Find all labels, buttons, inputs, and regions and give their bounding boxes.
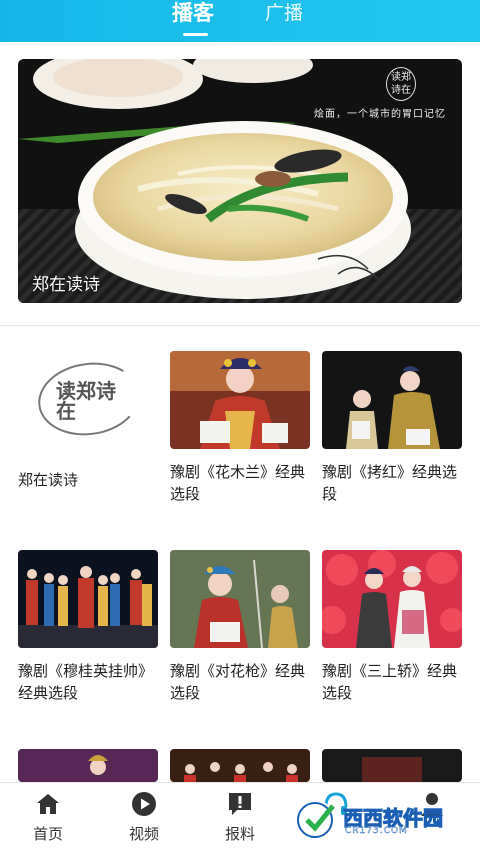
nav-home-label: 首页 [32,825,63,843]
card-thumbnail [18,749,158,782]
card-row3-1[interactable] [18,749,158,782]
watermark: 西西软件园 CR173.COM [287,800,463,840]
play-icon [132,792,156,816]
card-thumbnail [18,550,158,648]
card-title: 豫剧《对花枪》经典选段 [170,662,306,702]
card-title: 豫剧《拷红》经典选段 [322,463,458,503]
hero-caption: 烩面，一个城市的胃口记忆 [314,109,446,120]
alert-icon [229,793,251,815]
card-title: 豫剧《穆桂英挂帅》经典选段 [18,662,154,702]
nav-video-label: 视频 [128,825,159,843]
card-row3-3[interactable] [322,749,462,782]
card-kao-hong[interactable]: 豫剧《拷红》经典选段 [322,351,462,505]
hero-title: 郑在读诗 [32,275,100,295]
top-tab-bar: 播客 广播 [0,0,480,42]
card-thumbnail [170,749,310,782]
card-dui-huaqiang[interactable]: 豫剧《对花枪》经典选段 [170,550,310,704]
card-mu-guiying[interactable]: 豫剧《穆桂英挂帅》经典选段 [18,550,158,704]
card-thumbnail [322,550,462,648]
watermark-logo-icon [295,800,335,840]
card-san-shangjiao[interactable]: 豫剧《三上轿》经典选段 [322,550,462,704]
hero-logo: 读郑诗在 [386,67,416,101]
card-thumbnail [170,351,310,449]
card-hua-mulan[interactable]: 豫剧《花木兰》经典选段 [170,351,310,505]
card-zheng-poetry[interactable]: 读郑诗在 郑在读诗 [18,351,158,491]
nav-report[interactable]: 报料 [210,791,270,844]
card-thumbnail: 读郑诗在 [18,351,158,449]
card-thumbnail [322,351,462,449]
section-divider [0,325,480,326]
nav-video[interactable]: 视频 [114,791,174,844]
card-thumbnail [322,749,462,782]
card-thumbnail [170,550,310,648]
card-title: 豫剧《花木兰》经典选段 [170,463,306,503]
logo-text: 读郑诗在 [56,379,116,423]
home-icon [37,794,59,814]
nav-report-label: 报料 [224,825,255,843]
hero-banner[interactable]: 读郑诗在 烩面，一个城市的胃口记忆 郑在读诗 [18,59,462,303]
tab-radio[interactable]: 广播 [265,0,303,42]
card-title: 豫剧《三上轿》经典选段 [322,662,458,702]
card-title: 郑在读诗 [18,471,79,489]
active-tab-indicator [183,33,208,36]
watermark-sub: CR173.COM [345,826,408,836]
card-row3-2[interactable] [170,749,310,782]
nav-home[interactable]: 首页 [18,791,78,844]
